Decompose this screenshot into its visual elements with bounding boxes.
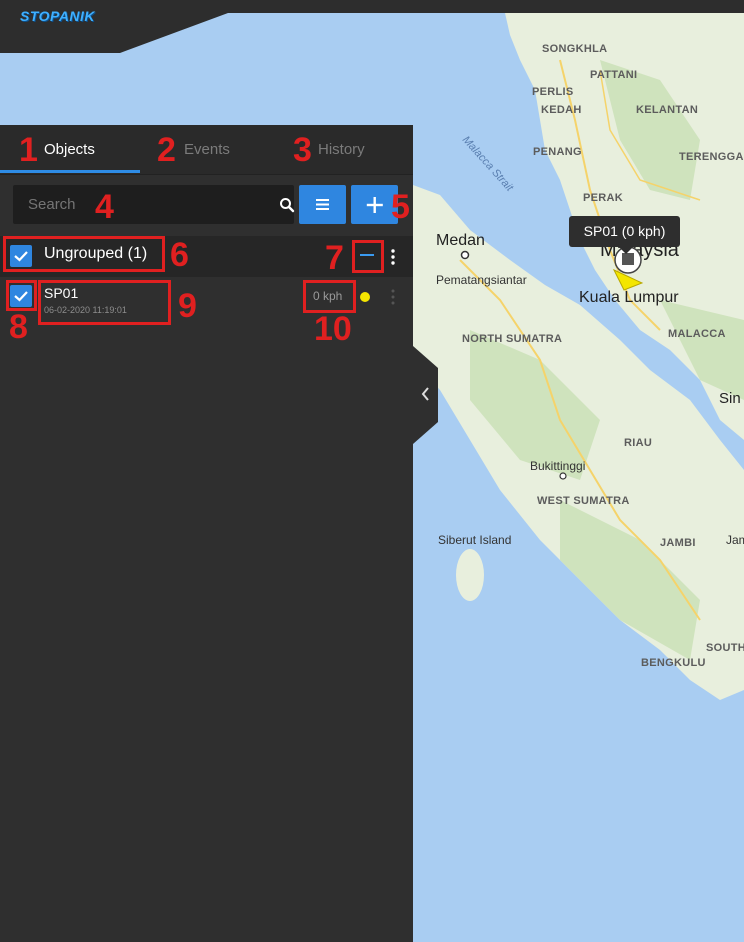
annotation-box <box>352 240 384 273</box>
map-region-label: PENANG <box>533 146 582 158</box>
map-region-label: PERAK <box>583 192 623 204</box>
annotation-number: 5 <box>391 188 410 226</box>
map-town-label: Jam <box>726 533 744 547</box>
map-region-label: RIAU <box>624 437 652 449</box>
tab-label: Objects <box>44 141 95 158</box>
vehicle-tooltip: SP01 (0 kph) <box>569 216 680 247</box>
map-city-label: Kuala Lumpur <box>579 289 679 306</box>
kebab-icon[interactable] <box>391 289 395 305</box>
map-region-label: SOUTH <box>706 642 744 654</box>
annotation-number: 9 <box>178 287 197 325</box>
search-icon[interactable] <box>279 197 295 213</box>
map-town-label: Pematangsiantar <box>436 273 527 287</box>
map-town-label: Bukittinggi <box>530 459 585 473</box>
annotation-box <box>38 280 171 325</box>
annotation-box <box>3 236 165 272</box>
siberut-island-shape <box>456 549 484 601</box>
map-region-label: SONGKHLA <box>542 43 607 55</box>
annotation-box <box>6 280 37 311</box>
app-logo[interactable]: STOPANIK <box>20 8 95 24</box>
map-city-label: Sin <box>719 390 741 407</box>
tab-label: History <box>318 141 365 158</box>
tooltip-arrow <box>619 247 633 254</box>
map-region-label: NORTH SUMATRA <box>462 333 562 345</box>
kebab-icon[interactable] <box>391 249 395 265</box>
status-indicator <box>360 292 370 302</box>
active-tab-indicator <box>0 170 140 173</box>
list-button[interactable] <box>299 185 346 224</box>
annotation-number: 4 <box>95 188 114 226</box>
map-region-label: JAMBI <box>660 537 696 549</box>
search-input[interactable] <box>13 185 268 224</box>
tab-bar: Objects Events History <box>0 125 413 175</box>
annotation-box <box>303 280 356 313</box>
annotation-number: 8 <box>9 308 28 346</box>
map-region-label: MALACCA <box>668 328 726 340</box>
annotation-number: 1 <box>19 131 38 169</box>
map-region-label: KEDAH <box>541 104 582 116</box>
map-region-label: WEST SUMATRA <box>537 495 630 507</box>
annotation-number: 3 <box>293 131 312 169</box>
annotation-number: 10 <box>314 310 352 348</box>
map-city-label: Medan <box>436 232 485 249</box>
list-icon <box>316 199 329 210</box>
map-region-label: BENGKULU <box>641 657 706 669</box>
annotation-number: 7 <box>325 239 344 277</box>
map-region-label: PATTANI <box>590 69 637 81</box>
tab-label: Events <box>184 141 230 158</box>
annotation-number: 2 <box>157 131 176 169</box>
collapse-panel-button[interactable] <box>413 346 438 444</box>
map-region-label: TERENGGANU <box>679 151 744 163</box>
search-box <box>13 185 295 224</box>
map-region-label: KELANTAN <box>636 104 698 116</box>
map-region-label: PERLIS <box>532 86 574 98</box>
map-town-label: Siberut Island <box>438 533 511 547</box>
annotation-number: 6 <box>170 236 189 274</box>
